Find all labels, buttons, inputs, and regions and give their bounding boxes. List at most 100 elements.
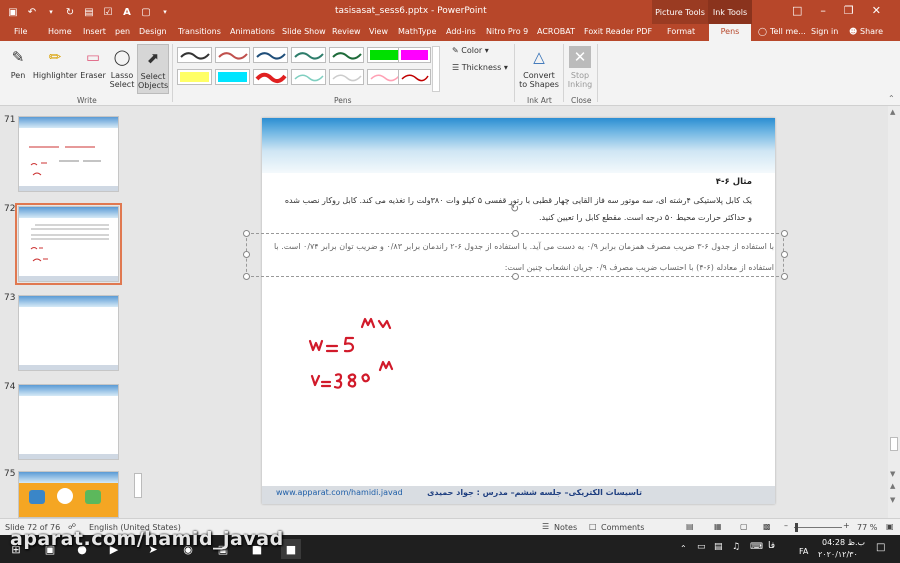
tab-nitro[interactable]: Nitro Pro 9 bbox=[486, 27, 528, 36]
pen-swatch-13[interactable] bbox=[367, 69, 402, 85]
pen-swatch-1[interactable] bbox=[177, 47, 212, 63]
keyboard-icon[interactable]: ⌨ bbox=[750, 542, 763, 552]
answer-text[interactable]: با استفاده از جدول ۶-۳ ضریب مصرف همزمان … bbox=[254, 236, 774, 278]
ribbon-display-icon[interactable]: □ bbox=[792, 4, 802, 17]
resize-handle[interactable] bbox=[512, 273, 519, 280]
normal-view-icon[interactable]: ▤ bbox=[686, 522, 694, 531]
tab-file[interactable]: File bbox=[14, 27, 27, 36]
thumbnail-scrollbar-thumb[interactable] bbox=[134, 473, 142, 498]
tab-home[interactable]: Home bbox=[48, 27, 72, 36]
slide-thumbnail-73[interactable] bbox=[18, 295, 119, 371]
zoom-slider-thumb[interactable] bbox=[795, 523, 798, 532]
pen-swatch-9[interactable] bbox=[215, 69, 250, 85]
share-button[interactable]: Share bbox=[860, 27, 883, 36]
zoom-out-icon[interactable]: – bbox=[784, 521, 788, 530]
convert-to-shapes-button[interactable]: △ Convert to Shapes bbox=[518, 46, 560, 89]
minimize-icon[interactable]: – bbox=[820, 4, 826, 17]
tab-add-ins[interactable]: Add-ins bbox=[446, 27, 476, 36]
handwritten-ink[interactable] bbox=[302, 313, 422, 403]
eraser-button[interactable]: ▭ Eraser bbox=[79, 46, 107, 80]
reading-view-icon[interactable]: ▢ bbox=[740, 522, 748, 531]
redo-icon[interactable]: ↻ bbox=[63, 5, 77, 19]
from-beginning-icon[interactable]: ▤ bbox=[82, 5, 96, 19]
language-bar[interactable]: FA bbox=[799, 547, 808, 556]
pen-swatch-5[interactable] bbox=[329, 47, 364, 63]
pen-button[interactable]: ✎ Pen bbox=[6, 46, 30, 80]
collapse-ribbon-icon[interactable]: ⌃ bbox=[888, 94, 895, 103]
pen-swatch-8[interactable] bbox=[177, 69, 212, 85]
tab-transitions[interactable]: Transitions bbox=[178, 27, 221, 36]
zoom-level[interactable]: 77 % bbox=[857, 523, 877, 532]
action-center-icon[interactable]: □ bbox=[876, 542, 885, 553]
thickness-dropdown[interactable]: ☰ Thickness ▾ bbox=[452, 63, 508, 72]
stop-inking-button[interactable]: ✕ Stop Inking bbox=[566, 46, 594, 89]
pen-swatch-14[interactable] bbox=[398, 69, 431, 85]
resize-handle[interactable] bbox=[781, 273, 788, 280]
undo-icon[interactable]: ↶ bbox=[25, 5, 39, 19]
slide-thumbnail-72[interactable] bbox=[15, 203, 122, 285]
notes-button[interactable]: Notes bbox=[554, 523, 577, 532]
comments-button[interactable]: Comments bbox=[601, 523, 644, 532]
pen-swatch-3[interactable] bbox=[253, 47, 288, 63]
highlighter-button[interactable]: ✏ Highlighter bbox=[32, 46, 78, 80]
lasso-select-button[interactable]: ◯ Lasso Select bbox=[108, 46, 136, 89]
resize-handle[interactable] bbox=[243, 273, 250, 280]
slide-thumbnail-74[interactable] bbox=[18, 384, 119, 460]
pen-swatch-2[interactable] bbox=[215, 47, 250, 63]
slide-thumbnail-75[interactable] bbox=[18, 471, 119, 518]
close-icon[interactable]: ✕ bbox=[872, 4, 881, 17]
sign-in-link[interactable]: Sign in bbox=[811, 27, 838, 36]
save-icon[interactable]: ▣ bbox=[6, 5, 20, 19]
dropdown-icon[interactable]: ▾ bbox=[44, 5, 58, 19]
slide-thumbnail-71[interactable] bbox=[18, 116, 119, 192]
tab-animations[interactable]: Animations bbox=[230, 27, 275, 36]
zoom-in-icon[interactable]: + bbox=[843, 521, 850, 530]
tab-pens[interactable]: Pens bbox=[709, 24, 751, 41]
resize-handle[interactable] bbox=[243, 251, 250, 258]
tab-acrobat[interactable]: ACROBAT bbox=[537, 27, 575, 36]
slideshow-icon[interactable]: ▩ bbox=[763, 522, 771, 531]
previous-slide-icon[interactable]: ▲ bbox=[890, 482, 895, 490]
pen-gallery-more[interactable] bbox=[432, 46, 440, 92]
check-icon[interactable]: ☑ bbox=[101, 5, 115, 19]
ime-indicator[interactable]: فا bbox=[768, 541, 775, 551]
tab-view[interactable]: View bbox=[369, 27, 388, 36]
resize-handle[interactable] bbox=[781, 251, 788, 258]
volume-icon[interactable]: ♫ bbox=[732, 542, 740, 552]
slide-sorter-icon[interactable]: ▦ bbox=[714, 522, 722, 531]
scroll-up-icon[interactable]: ▲ bbox=[890, 108, 895, 116]
slide-scrollbar[interactable]: ▲ ▼ ▲ ▼ bbox=[888, 106, 900, 518]
select-objects-button[interactable]: ⬈ Select Objects bbox=[137, 44, 169, 94]
tab-review[interactable]: Review bbox=[332, 27, 361, 36]
tab-pen[interactable]: pen bbox=[115, 27, 130, 36]
tab-foxit[interactable]: Foxit Reader PDF bbox=[584, 27, 652, 36]
customize-icon[interactable]: ▾ bbox=[158, 5, 172, 19]
clock-date[interactable]: ۲۰۲۰/۱۲/۳۰ bbox=[818, 550, 858, 559]
slide-canvas[interactable]: مثال ۶-۴ یک کابل پلاستیکی ۴رشته ای، سه م… bbox=[243, 118, 788, 504]
tab-format[interactable]: Format bbox=[667, 27, 695, 36]
tab-mathtype[interactable]: MathType bbox=[398, 27, 436, 36]
pen-swatch-7[interactable] bbox=[398, 47, 431, 63]
tab-design[interactable]: Design bbox=[139, 27, 167, 36]
notifications-chevron-icon[interactable]: ⌃ bbox=[680, 544, 687, 553]
battery-icon[interactable]: ▭ bbox=[697, 542, 706, 552]
zoom-slider[interactable] bbox=[794, 527, 842, 528]
next-slide-icon[interactable]: ▼ bbox=[890, 496, 895, 504]
color-dropdown[interactable]: ✎ Color ▾ bbox=[452, 46, 489, 55]
resize-handle[interactable] bbox=[243, 230, 250, 237]
pen-swatch-6[interactable] bbox=[367, 47, 402, 63]
rotate-handle-icon[interactable]: ↻ bbox=[510, 202, 519, 215]
resize-handle[interactable] bbox=[512, 230, 519, 237]
tab-insert[interactable]: Insert bbox=[83, 27, 106, 36]
network-icon[interactable]: ▤ bbox=[714, 542, 723, 552]
tell-me-input[interactable]: Tell me... bbox=[770, 27, 806, 36]
thumbnail-scrollbar[interactable] bbox=[132, 106, 144, 518]
scroll-down-icon[interactable]: ▼ bbox=[890, 470, 895, 478]
restore-icon[interactable]: ❐ bbox=[844, 4, 854, 17]
slide-scrollbar-thumb[interactable] bbox=[890, 437, 898, 451]
powerpoint-icon[interactable]: ■ bbox=[281, 539, 301, 559]
pen-swatch-4[interactable] bbox=[291, 47, 326, 63]
fit-slide-icon[interactable]: ▣ bbox=[886, 522, 894, 531]
pen-swatch-12[interactable] bbox=[329, 69, 364, 85]
screenshot-icon[interactable]: ▢ bbox=[139, 5, 153, 19]
